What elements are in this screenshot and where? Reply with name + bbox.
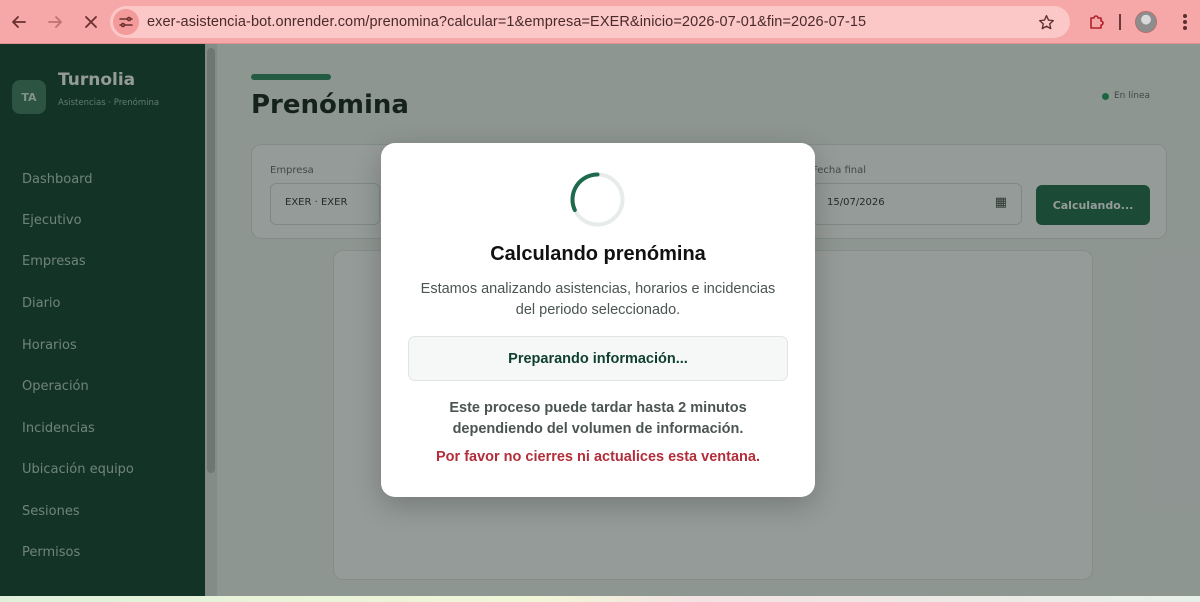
bookmark-button[interactable] — [1034, 10, 1058, 34]
puzzle-icon — [1090, 15, 1104, 29]
forward-button[interactable] — [38, 5, 72, 39]
arrow-left-icon — [12, 15, 26, 28]
close-icon — [85, 15, 97, 28]
toolbar-separator — [1119, 14, 1121, 30]
modal-description: Estamos analizando asistencias, horarios… — [420, 281, 776, 318]
site-info-button[interactable] — [113, 9, 139, 35]
extensions-button[interactable] — [1084, 8, 1110, 36]
browser-toolbar: exer-asistencia-bot.onrender.com/prenomi… — [0, 0, 1200, 44]
profile-avatar[interactable] — [1135, 11, 1157, 33]
modal-note: Este proceso puede tardar hasta 2 minuto… — [449, 400, 747, 437]
tune-icon — [119, 16, 133, 28]
stop-loading-button[interactable] — [74, 5, 108, 39]
modal-title: Calculando prenómina — [490, 243, 706, 265]
address-bar[interactable]: exer-asistencia-bot.onrender.com/prenomi… — [110, 6, 1070, 38]
loading-spinner-icon — [570, 172, 625, 227]
arrow-right-icon — [48, 15, 62, 28]
loading-modal: Calculando prenómina Estamos analizando … — [381, 143, 815, 497]
star-icon — [1038, 14, 1054, 29]
modal-warning: Por favor no cierres ni actualices esta … — [436, 449, 760, 465]
status-box: Preparando información... — [408, 336, 788, 381]
bottom-strip — [0, 596, 1200, 602]
kebab-menu-icon[interactable] — [1176, 12, 1194, 32]
url-text[interactable]: exer-asistencia-bot.onrender.com/prenomi… — [147, 14, 866, 30]
back-button[interactable] — [2, 5, 36, 39]
status-text: Preparando información... — [508, 350, 688, 367]
